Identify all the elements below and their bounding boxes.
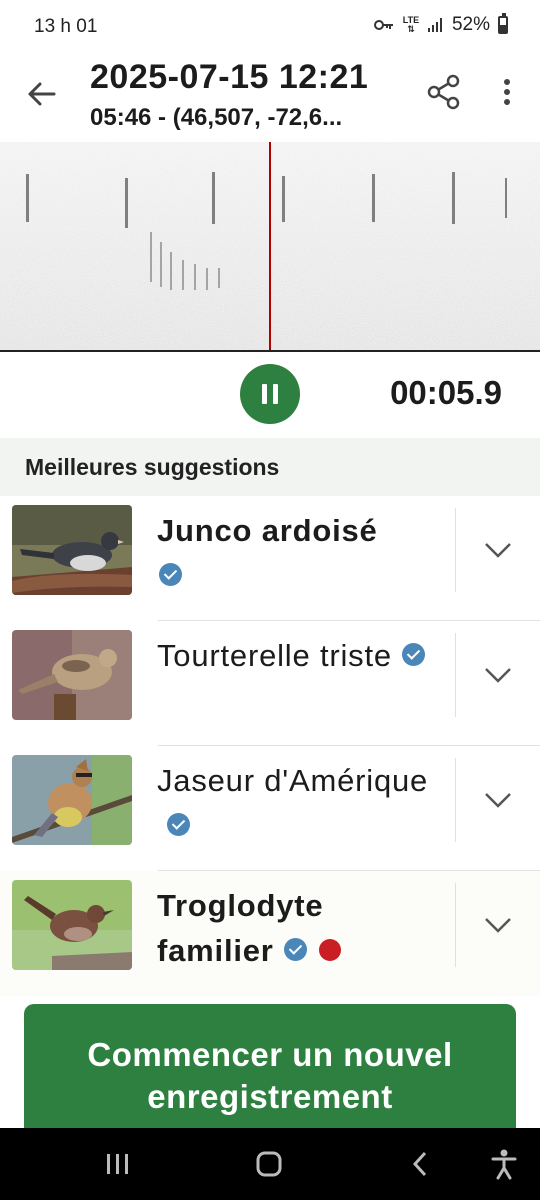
species-label: Junco ardoisé xyxy=(157,513,378,548)
species-name: Jaseur d'Amérique xyxy=(157,758,447,848)
chevron-down-icon[interactable] xyxy=(480,907,516,943)
verified-badge-icon xyxy=(167,813,190,837)
divider xyxy=(455,883,456,967)
species-name: Tourterelle triste xyxy=(157,633,447,678)
battery-percent: 52% xyxy=(451,14,490,35)
back-arrow-icon[interactable] xyxy=(22,74,62,114)
divider xyxy=(455,508,456,592)
elapsed-time: 00:05.9 xyxy=(390,374,502,411)
divider xyxy=(455,633,456,717)
verified-badge-icon xyxy=(159,563,182,587)
battery-icon xyxy=(498,13,508,34)
pause-button[interactable] xyxy=(240,364,300,424)
playback-controls: 00:05.9 xyxy=(0,352,540,438)
accessibility-icon[interactable] xyxy=(490,1148,518,1180)
suggestions-header: Meilleures suggestions xyxy=(0,438,540,496)
recording-subtitle: 05:46 - (46,507, -72,6... xyxy=(90,104,343,131)
signal-icon xyxy=(427,18,442,32)
species-name: Troglodyte familier xyxy=(157,883,447,973)
recording-title: 2025-07-15 12:21 xyxy=(90,58,369,96)
network-label: LTE xyxy=(402,15,420,25)
species-name: Junco ardoisé xyxy=(157,508,447,598)
species-thumbnail xyxy=(12,505,132,595)
app-header: 2025-07-15 12:21 05:46 - (46,507, -72,6.… xyxy=(0,56,540,142)
share-icon[interactable] xyxy=(424,72,464,112)
lte-icon: LTE ⇅ xyxy=(402,15,420,34)
chevron-down-icon[interactable] xyxy=(480,532,516,568)
vpn-key-icon xyxy=(373,20,393,30)
playhead[interactable] xyxy=(269,142,271,350)
home-icon[interactable] xyxy=(254,1148,284,1180)
verified-badge-icon xyxy=(401,643,425,667)
species-thumbnail xyxy=(12,880,132,970)
more-vert-icon[interactable] xyxy=(494,72,520,112)
species-thumbnail xyxy=(12,755,132,845)
recent-apps-icon[interactable] xyxy=(104,1148,132,1180)
suggestion-item[interactable]: Tourterelle triste xyxy=(0,621,540,746)
suggestion-item[interactable]: Junco ardoisé xyxy=(0,496,540,621)
divider xyxy=(455,758,456,842)
suggestion-item[interactable]: Jaseur d'Amérique xyxy=(0,746,540,871)
chevron-down-icon[interactable] xyxy=(480,782,516,818)
verified-badge-icon xyxy=(283,938,307,962)
flag-dot-icon xyxy=(318,938,341,961)
status-icons: LTE ⇅ 52% xyxy=(373,13,508,36)
system-nav-bar xyxy=(0,1128,540,1200)
species-label: Jaseur d'Amérique xyxy=(157,763,429,798)
suggestions-title: Meilleures suggestions xyxy=(25,454,280,480)
species-label: Tourterelle triste xyxy=(157,638,392,673)
status-bar: 13 h 01 LTE ⇅ 52% xyxy=(0,0,540,56)
spectrogram[interactable] xyxy=(0,142,540,352)
species-thumbnail xyxy=(12,630,132,720)
chevron-down-icon[interactable] xyxy=(480,657,516,693)
suggestion-item[interactable]: Troglodyte familier xyxy=(0,871,540,996)
nav-back-icon[interactable] xyxy=(408,1148,432,1180)
pause-icon xyxy=(262,384,267,404)
suggestions-list: Junco ardoisé Tourterelle triste Jaseur … xyxy=(0,496,540,996)
status-time: 13 h 01 xyxy=(34,16,98,37)
